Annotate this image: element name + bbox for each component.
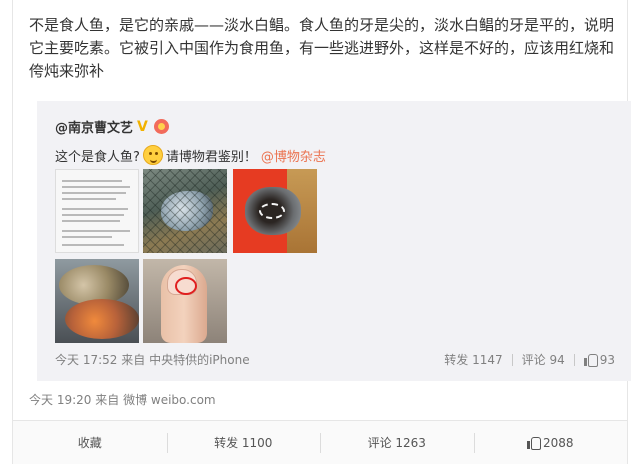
repost-source[interactable]: 中央特供的iPhone — [149, 353, 250, 367]
user-badge-icon — [154, 119, 170, 134]
mention-link[interactable]: @博物杂志 — [261, 146, 326, 165]
thumbs-up-icon — [526, 436, 541, 450]
thinking-emoji-icon — [142, 145, 163, 165]
repost-meta: 今天 17:52 来自 中央特供的iPhone — [55, 351, 250, 368]
favorite-button[interactable]: 收藏 — [13, 421, 167, 464]
repost-block[interactable]: @南京曹文艺 V 这个是食人鱼? 请博物君鉴别！ @博物杂志 今天 17:52 … — [37, 101, 631, 381]
thumbs-up-icon — [583, 353, 598, 367]
comment-button[interactable]: 评论 1263 — [320, 421, 474, 464]
repost-like-count: 93 — [599, 352, 615, 367]
verified-v-icon: V — [137, 118, 148, 135]
fish-in-net-thumb[interactable] — [143, 169, 227, 253]
repost-source-prefix: 来自 — [121, 353, 146, 367]
post-source[interactable]: 微博 weibo.com — [123, 393, 216, 407]
like-button[interactable]: 2088 — [473, 421, 628, 464]
divider — [511, 353, 513, 366]
repost-time[interactable]: 今天 17:52 — [55, 353, 117, 367]
fish-teeth-thumb[interactable] — [233, 169, 317, 253]
post-source-prefix: 来自 — [95, 393, 120, 407]
action-bar: 收藏 转发 1100 评论 1263 2088 — [13, 420, 627, 464]
post-meta: 今天 19:20 来自 微博 weibo.com — [29, 391, 216, 408]
like-count: 2088 — [542, 435, 574, 450]
repost-text: 这个是食人鱼? 请博物君鉴别！ @博物杂志 — [55, 145, 326, 165]
post-time[interactable]: 今天 19:20 — [29, 393, 91, 407]
repost-author-link[interactable]: @南京曹文艺 — [55, 117, 133, 136]
repost-comment-link[interactable]: 评论 94 — [522, 351, 565, 368]
text-screenshot-thumb[interactable] — [55, 169, 139, 253]
divider — [573, 353, 575, 366]
comment-label: 评论 1263 — [367, 436, 426, 450]
favorite-label: 收藏 — [77, 436, 102, 450]
weibo-card: 不是食人鱼，是它的亲戚——淡水白鲳。食人鱼的牙是尖的，淡水白鲳的牙是平的，说明它… — [12, 0, 631, 464]
repost-text-part2: 请博物君鉴别！ — [165, 149, 257, 165]
two-fish-thumb[interactable] — [55, 259, 139, 343]
fingernail-thumb[interactable] — [143, 259, 227, 343]
repost-button[interactable]: 转发 1100 — [166, 421, 321, 464]
post-text: 不是食人鱼，是它的亲戚——淡水白鲳。食人鱼的牙是尖的，淡水白鲳的牙是平的，说明它… — [29, 16, 615, 80]
repost-like-link[interactable]: 93 — [583, 352, 615, 367]
repost-text-part1: 这个是食人鱼? — [55, 149, 140, 165]
repost-stats: 转发 1147 评论 94 93 — [444, 351, 615, 368]
repost-label: 转发 1100 — [214, 436, 273, 450]
repost-author-row: @南京曹文艺 V — [55, 117, 170, 136]
repost-repost-link[interactable]: 转发 1147 — [444, 351, 502, 368]
